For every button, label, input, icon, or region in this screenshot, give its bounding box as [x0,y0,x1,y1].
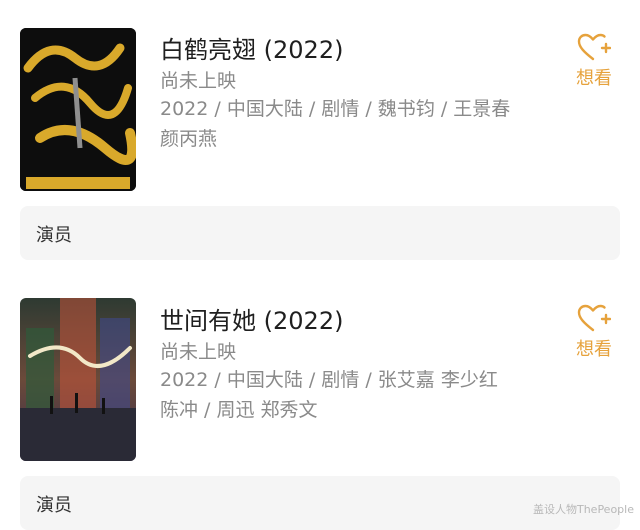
release-status: 尚未上映 [160,70,237,92]
actor-label: 演员 [36,495,72,516]
poster-artwork-1 [20,28,136,191]
movie-poster-1[interactable] [20,28,136,191]
meta-line: 2022 / 中国大陆 / 剧情 / 张艾嘉 李少红 [160,369,498,391]
movie-poster-2[interactable] [20,298,136,461]
poster-artwork-2 [20,298,136,461]
release-status: 尚未上映 [160,341,237,363]
movie-year: (2022) [263,36,344,64]
movie-title-row-1: 白鹤亮翅 (2022) [160,30,343,65]
movie-title: 白鹤亮翅 [160,36,256,64]
movie-meta: 2022 / 中国大陆 / 剧情 / 张艾嘉 李少红 陈冲 / 周迅 郑秀文 [160,365,560,425]
meta-line: 颜丙燕 [160,128,218,150]
watermark: 盖设人物ThePeople [532,503,634,516]
heart-plus-icon [577,304,611,332]
movie-year: (2022) [263,307,344,335]
want-to-see-label: 想看 [576,339,612,360]
actor-panel[interactable]: 演员 [20,206,620,260]
want-to-see-button[interactable]: 想看 [572,303,616,361]
want-to-see-label: 想看 [576,68,612,89]
heart-plus-icon [577,33,611,61]
meta-line: 陈冲 / 周迅 郑秀文 [160,399,318,421]
actor-panel[interactable]: 演员 [20,476,620,530]
movie-title-row-2: 世间有她 (2022) [160,301,343,336]
actor-label: 演员 [36,225,72,246]
meta-line: 2022 / 中国大陆 / 剧情 / 魏书钧 / 王景春 [160,98,511,120]
movie-title: 世间有她 [160,307,256,335]
want-to-see-button[interactable]: 想看 [572,32,616,90]
movie-meta: 2022 / 中国大陆 / 剧情 / 魏书钧 / 王景春 颜丙燕 [160,94,560,154]
